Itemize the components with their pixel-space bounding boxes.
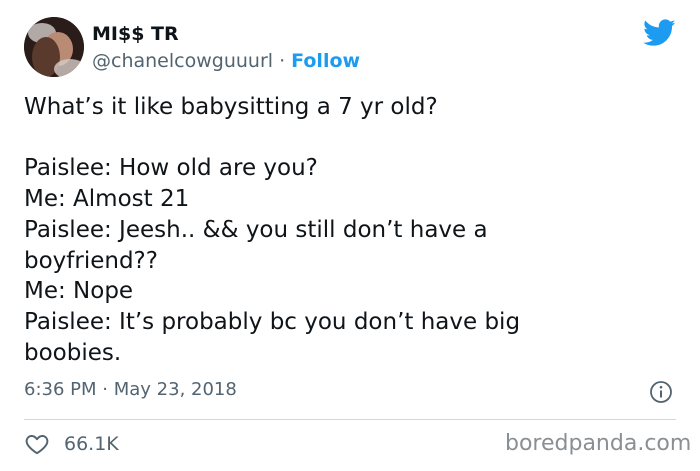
tweet-time: 6:36 PM — [24, 379, 97, 400]
avatar-image — [24, 17, 84, 77]
timestamp-separator: · — [102, 379, 108, 400]
handle-row: @chanelcowguuurl · Follow — [92, 48, 360, 74]
tweet-line: Paislee: It’s probably bc you don’t have… — [24, 308, 521, 335]
tweet-line: What’s it like babysitting a 7 yr old? — [24, 94, 438, 120]
tweet-date: May 23, 2018 — [113, 379, 237, 400]
tweet-line: Paislee: How old are you? — [24, 155, 318, 182]
tweet-timestamp[interactable]: 6:36 PM · May 23, 2018 — [24, 378, 237, 402]
divider — [24, 419, 676, 420]
tweet-card: MI$$ TR @chanelcowguuurl · Follow What’s… — [0, 0, 700, 471]
heart-icon[interactable] — [24, 431, 50, 457]
user-handle[interactable]: @chanelcowguuurl — [92, 50, 273, 72]
like-count[interactable]: 66.1K — [64, 431, 119, 457]
info-icon[interactable] — [649, 380, 673, 404]
avatar[interactable] — [24, 17, 84, 77]
display-name[interactable]: MI$$ TR — [92, 22, 179, 46]
tweet-line: Me: Nope — [24, 278, 134, 305]
twitter-bird-icon[interactable] — [643, 19, 676, 47]
handle-separator: · — [279, 50, 286, 72]
tweet-text: What’s it like babysitting a 7 yr old? P… — [24, 92, 664, 368]
watermark: boredpanda.com — [505, 431, 692, 456]
tweet-line: Me: Almost 21 — [24, 186, 190, 213]
tweet-line: boyfriend?? — [24, 247, 158, 274]
tweet-line: Paislee: Jeesh.. && you still don’t have… — [24, 216, 488, 243]
tweet-line: boobies. — [24, 339, 122, 366]
follow-button[interactable]: Follow — [291, 50, 360, 72]
